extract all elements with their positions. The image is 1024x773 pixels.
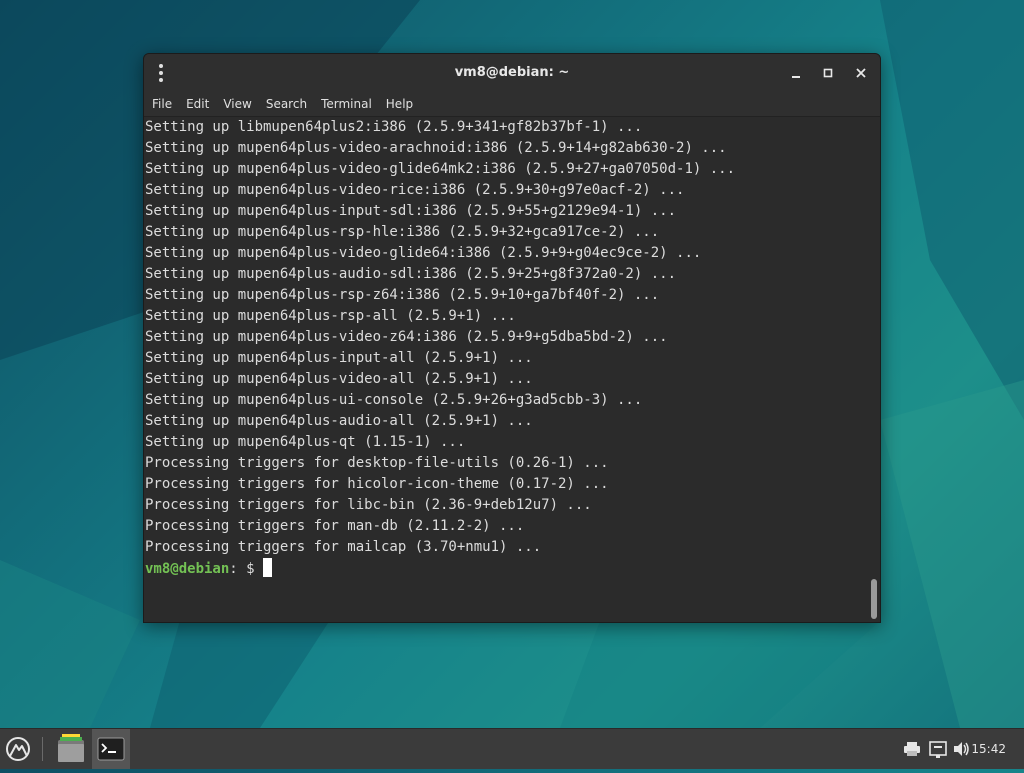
terminal-line: Setting up mupen64plus-rsp-all (2.5.9+1)… bbox=[145, 308, 516, 324]
close-icon[interactable] bbox=[851, 63, 871, 83]
terminal-line: Processing triggers for hicolor-icon-the… bbox=[145, 476, 609, 492]
menu-search[interactable]: Search bbox=[259, 92, 314, 116]
terminal-line: Setting up mupen64plus-input-all (2.5.9+… bbox=[145, 350, 533, 366]
volume-icon[interactable] bbox=[951, 729, 971, 769]
menu-bar: File Edit View Search Terminal Help bbox=[144, 92, 880, 117]
terminal-line: Setting up mupen64plus-ui-console (2.5.9… bbox=[145, 392, 643, 408]
terminal-icon bbox=[97, 737, 125, 761]
terminal-line: Setting up mupen64plus-input-sdl:i386 (2… bbox=[145, 203, 677, 219]
terminal-line: Processing triggers for desktop-file-uti… bbox=[145, 455, 609, 471]
terminal-line: Setting up mupen64plus-audio-sdl:i386 (2… bbox=[145, 266, 677, 282]
taskbar-separator bbox=[42, 737, 43, 761]
text-cursor bbox=[263, 558, 273, 577]
terminal-line: Setting up mupen64plus-audio-all (2.5.9+… bbox=[145, 413, 533, 429]
terminal-line: Setting up mupen64plus-video-arachnoid:i… bbox=[145, 140, 727, 156]
menu-help[interactable]: Help bbox=[379, 92, 420, 116]
prompt-user-host: vm8@debian bbox=[145, 561, 230, 577]
terminal-line: Setting up mupen64plus-video-glide64:i38… bbox=[145, 245, 702, 261]
terminal-line: Setting up mupen64plus-video-glide64mk2:… bbox=[145, 161, 736, 177]
clock[interactable]: 15:42 bbox=[971, 729, 1006, 769]
terminal-line: Processing triggers for mailcap (3.70+nm… bbox=[145, 539, 542, 555]
file-manager-icon[interactable] bbox=[55, 729, 87, 769]
network-icon[interactable] bbox=[928, 729, 948, 769]
terminal-scrollbar[interactable] bbox=[868, 117, 880, 622]
terminal-output[interactable]: Setting up libmupen64plus2:i386 (2.5.9+3… bbox=[144, 117, 868, 622]
window-title: vm8@debian: ~ bbox=[454, 65, 570, 80]
maximize-icon[interactable] bbox=[818, 63, 838, 83]
menu-logo-icon[interactable] bbox=[4, 729, 32, 769]
terminal-line: Setting up mupen64plus-video-all (2.5.9+… bbox=[145, 371, 533, 387]
prompt-symbol: : $ bbox=[229, 561, 264, 577]
printer-icon[interactable] bbox=[902, 729, 922, 769]
terminal-line: Setting up mupen64plus-rsp-hle:i386 (2.5… bbox=[145, 224, 660, 240]
terminal-prompt-line[interactable]: vm8@debian: $ bbox=[144, 558, 868, 579]
terminal-line: Processing triggers for man-db (2.11.2-2… bbox=[145, 518, 525, 534]
minimize-icon[interactable] bbox=[786, 63, 806, 83]
terminal-window[interactable]: vm8@debian: ~ File Edit View Search Terminal… bbox=[143, 53, 881, 623]
terminal-task-button[interactable] bbox=[92, 729, 130, 769]
terminal-line: Setting up mupen64plus-rsp-z64:i386 (2.5… bbox=[145, 287, 660, 303]
menu-edit[interactable]: Edit bbox=[179, 92, 216, 116]
menu-terminal[interactable]: Terminal bbox=[314, 92, 379, 116]
terminal-line: Setting up libmupen64plus2:i386 (2.5.9+3… bbox=[145, 119, 643, 135]
terminal-line: Processing triggers for libc-bin (2.36-9… bbox=[145, 497, 592, 513]
taskbar: 15:42 bbox=[0, 728, 1024, 769]
terminal-line: Setting up mupen64plus-video-rice:i386 (… bbox=[145, 182, 685, 198]
menu-view[interactable]: View bbox=[216, 92, 258, 116]
scrollbar-thumb[interactable] bbox=[871, 579, 877, 619]
window-titlebar[interactable]: vm8@debian: ~ bbox=[144, 54, 880, 92]
terminal-line: Setting up mupen64plus-video-z64:i386 (2… bbox=[145, 329, 668, 345]
terminal-line: Setting up mupen64plus-qt (1.15-1) ... bbox=[145, 434, 466, 450]
menu-file[interactable]: File bbox=[144, 92, 179, 116]
